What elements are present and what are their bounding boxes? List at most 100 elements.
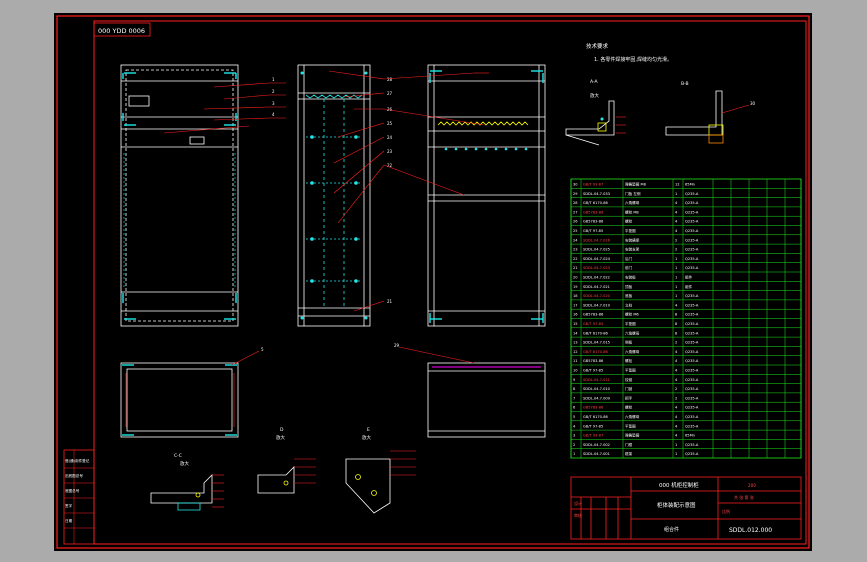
bom-cell-mat: Q235-A (685, 257, 699, 261)
bom-cell-mat: Q235-A (685, 387, 699, 391)
bom-cell-mat: Q235-A (685, 294, 699, 298)
bom-cell-code: GB/T 93-87 (583, 183, 603, 187)
bom-cell-name: 螺栓 (625, 219, 633, 224)
bom-cell-mat: Q235-A (685, 424, 699, 428)
bom-cell-no: 26 (573, 220, 578, 224)
bom-cell-name: 门框 (625, 442, 633, 447)
bom-cell-qty: 1 (675, 452, 677, 456)
bom-cell-code: SDDL.04.7.026 (583, 238, 611, 242)
title-tag: 000 YDD 0006 (98, 27, 145, 35)
bom-cell-mat: Q235-A (685, 331, 699, 335)
bom-cell-no: 17 (573, 303, 578, 307)
bom-cell-no: 21 (573, 266, 578, 270)
bom-cell-name: 安装板 (625, 275, 636, 280)
bom-cell-mat: Q235-A (685, 406, 699, 410)
bom-cell-code: GB/T 97-85 (583, 322, 603, 326)
bom-table: 30 GB/T 93-87 弹簧垫圈 M8 12 65Mn29 SDDL.04.7.033… (570, 178, 802, 459)
bom-cell-mat: Q235-A (685, 322, 699, 326)
bom-cell-code: SDDL.04.7.001 (583, 452, 610, 456)
top-view-hardware (122, 364, 237, 436)
bom-cell-code: SDDL.04.7.011 (583, 378, 610, 382)
balloon-3: 3 (272, 101, 275, 106)
notes-line1: 1. 各零件焊接牢固,焊缝均匀光滑。 (594, 56, 672, 63)
bom-cell-mat: Q235-A (685, 415, 699, 419)
bom-cell-qty: 1 (675, 276, 677, 280)
bom-cell-no: 7 (573, 396, 575, 400)
bom-cell-code: SDDL.04.7.015 (583, 341, 610, 345)
bom-cell-mat: Q235-A (685, 210, 699, 214)
bom-cell-qty: 2 (675, 387, 677, 391)
top-view-leaders (125, 350, 260, 427)
bom-cell-no: 22 (573, 257, 578, 261)
bom-cell-code: GB/T 6170-86 (583, 415, 609, 419)
bom-cell-qty: 4 (675, 220, 678, 224)
bom-cell-no: 16 (573, 313, 578, 317)
balloon-2: 2 (272, 89, 275, 94)
bom-cell-mat: Q235-A (685, 248, 699, 252)
bom-cell-name: 平垫圈 (625, 321, 636, 326)
side-view-hatching (305, 94, 363, 308)
label-d: D (280, 427, 284, 433)
bom-cell-no: 15 (573, 322, 578, 326)
title-drawing-name: 柜体装配示意图 (657, 501, 696, 509)
bom-cell-mat: Q235-A (685, 192, 699, 196)
bom-cell-qty: 2 (675, 238, 677, 242)
bom-cell-mat: Q235-A (685, 220, 699, 224)
stamp-label-0: 借(通)用件登记 (65, 458, 90, 463)
bom-cell-name: 安装支架 (625, 247, 640, 252)
bom-cell-name: 弹簧垫圈 M8 (625, 182, 647, 187)
title-designer: 设计 (574, 500, 582, 506)
bom-cell-code: SDDL.04.7.025 (583, 248, 610, 252)
bom-cell-qty: 4 (675, 210, 678, 214)
bom-cell-qty: 1 (675, 257, 677, 261)
bom-cell-code: SDDL.04.7.002 (583, 443, 610, 447)
bom-cell-name: 底板 (625, 293, 633, 298)
bom-cell-code: GB/T 6170-86 (583, 201, 609, 205)
title-material: 组合件 (664, 526, 679, 533)
stamp-label-3: 签字 (65, 503, 73, 508)
bom-cell-code: SDDL.04.7.009 (583, 396, 611, 400)
detail-view-c: C-C 放大 (150, 453, 224, 511)
bom-cell-name: 铰链 (625, 377, 633, 382)
title-sheet: 共 张 第 张 (734, 494, 754, 500)
title-checker: 审核 (574, 512, 582, 518)
bom-cell-qty: 4 (675, 415, 678, 419)
bom-cell-name: 后门 (625, 256, 633, 261)
bom-cell-no: 10 (573, 369, 578, 373)
bom-cell-name: 弹簧垫圈 (625, 433, 640, 438)
outer-border (56, 15, 810, 549)
bom-cell-name: 六角螺母 (625, 330, 640, 335)
bom-cell-name: 螺栓 M6 (625, 312, 639, 317)
balloon-4: 4 (272, 112, 275, 117)
top-view (120, 362, 239, 438)
inner-border (93, 20, 807, 545)
bom-cell-qty: 1 (675, 294, 677, 298)
bom-cell-name: 六角螺母 (625, 200, 640, 205)
bom-cell-mat: Q235-A (685, 303, 699, 307)
bom-cell-qty: 12 (675, 183, 680, 187)
bom-cell-qty: 8 (675, 322, 678, 326)
bom-cell-qty: 4 (675, 424, 678, 428)
bom-cell-name: 平垫圈 (625, 423, 636, 428)
detail-view-e: E 放大 (345, 427, 416, 514)
bom-cell-qty: 4 (675, 434, 678, 438)
bom-cell-mat: Q235-A (685, 201, 699, 205)
bom-cell-no: 28 (573, 201, 578, 205)
bom-cell-name: 螺栓 (625, 405, 633, 410)
label-a-a: A-A (590, 79, 599, 85)
bom-cell-no: 25 (573, 229, 578, 233)
bom-cell-no: 12 (573, 350, 578, 354)
balloon-24: 24 (387, 135, 393, 140)
bom-cell-qty: 4 (675, 369, 678, 373)
bom-cell-name: 把手 (625, 395, 633, 400)
side-view (297, 64, 371, 327)
balloon-23: 23 (387, 149, 393, 154)
title-revision: 200 (748, 483, 756, 488)
bom-cell-code: GB5783-86 (583, 210, 604, 214)
bom-cell-qty: 8 (675, 313, 678, 317)
detail-view-a: A-A 放大 (565, 79, 626, 146)
rear-view (427, 64, 546, 327)
bom-cell-qty: 1 (675, 192, 677, 196)
detail-view-b: B-B 30 (665, 81, 756, 144)
bom-cell-name: 框架 (625, 451, 633, 456)
